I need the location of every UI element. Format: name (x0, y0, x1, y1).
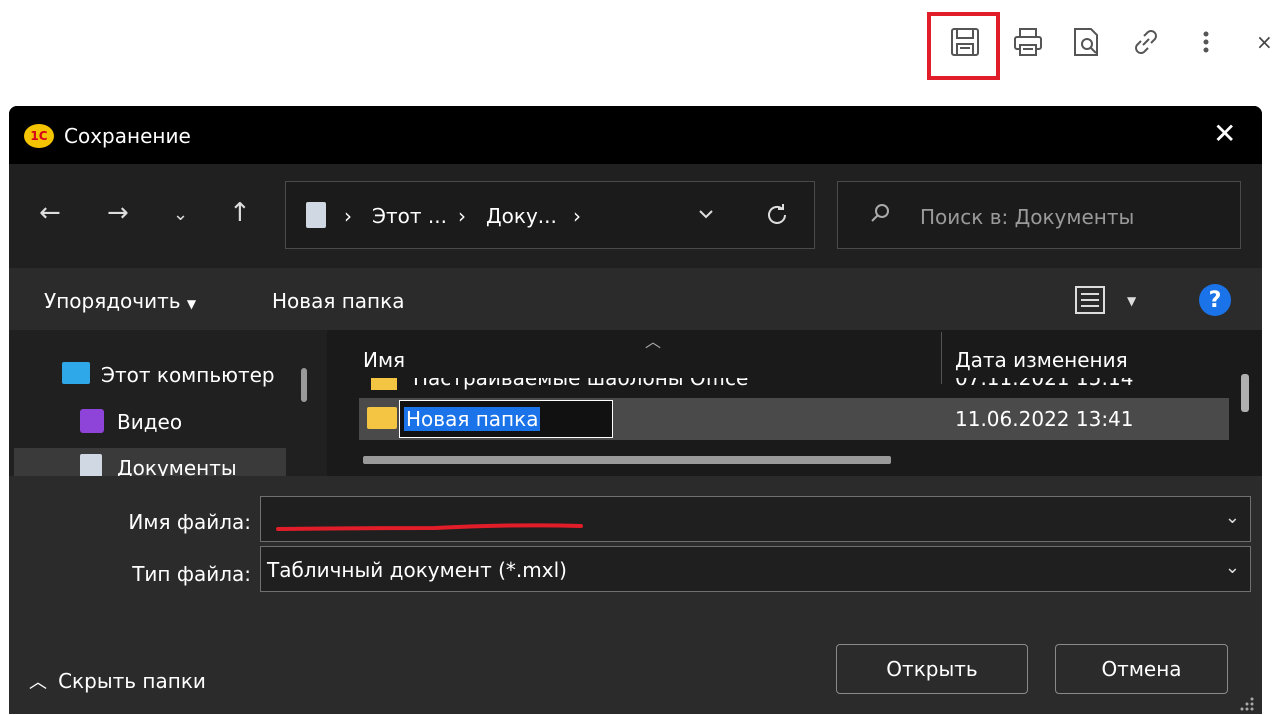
search-icon (868, 202, 892, 230)
row-date: 11.06.2022 13:41 (955, 407, 1134, 431)
print-icon[interactable] (1010, 24, 1046, 60)
chevron-down-icon[interactable]: ⌄ (1225, 557, 1240, 578)
preview-icon[interactable] (1068, 24, 1104, 60)
recent-chevron-icon[interactable]: ⌄ (173, 204, 188, 225)
dialog-close-icon[interactable]: ✕ (1213, 117, 1236, 150)
file-list: ︿ Имя Дата изменения Настраиваемые шабло… (327, 330, 1262, 476)
breadcrumb-separator-icon: › (344, 204, 352, 228)
search-field[interactable]: Поиск в: Документы (837, 181, 1241, 249)
red-underline-mark (276, 523, 583, 531)
navigation-pane: Этот компьютер Видео Документы (9, 330, 319, 480)
dialog-titlebar: 1С Сохранение ✕ (9, 106, 1262, 164)
open-button[interactable]: Открыть (836, 644, 1028, 694)
nav-scrollbar[interactable] (301, 368, 307, 402)
table-row-selected[interactable]: Новая папка 11.06.2022 13:41 (359, 398, 1229, 440)
breadcrumb-item[interactable]: Этот ... (372, 204, 447, 228)
column-date-header[interactable]: Дата изменения (955, 348, 1128, 372)
nav-item-video[interactable]: Видео (117, 410, 182, 434)
back-arrow-icon[interactable]: ← (39, 198, 61, 228)
save-dialog: 1С Сохранение ✕ ← → ⌄ ↑ › Этот ... › Док… (9, 106, 1262, 714)
1c-logo-icon: 1С (24, 124, 54, 148)
dropdown-arrow-icon: ▼ (186, 297, 197, 311)
video-icon (80, 409, 104, 433)
resize-grip-icon[interactable] (1237, 694, 1255, 712)
new-folder-button[interactable]: Новая папка (272, 289, 404, 313)
horizontal-scrollbar[interactable] (363, 456, 891, 464)
folder-icon (367, 407, 397, 429)
chevron-up-icon: ︿ (29, 672, 47, 693)
breadcrumb-separator-icon: › (458, 204, 466, 228)
search-placeholder: Поиск в: Документы (920, 205, 1135, 229)
nav-item-this-pc[interactable]: Этот компьютер (101, 363, 275, 387)
up-arrow-icon[interactable]: ↑ (229, 198, 251, 228)
column-name-header[interactable]: Имя (363, 348, 405, 372)
save-highlight-frame (927, 12, 1000, 80)
file-name-label: Имя файла: (128, 510, 251, 534)
view-dropdown-icon[interactable]: ▼ (1127, 294, 1136, 308)
forward-arrow-icon[interactable]: → (107, 198, 129, 228)
rename-input[interactable]: Новая папка (399, 400, 613, 438)
cancel-button[interactable]: Отмена (1055, 644, 1228, 694)
address-dropdown-icon[interactable] (696, 204, 716, 228)
close-icon[interactable]: × (1256, 30, 1273, 54)
more-icon[interactable] (1188, 24, 1224, 60)
breadcrumb-item[interactable]: Доку... (486, 204, 557, 228)
refresh-icon[interactable] (764, 202, 790, 232)
file-type-select[interactable]: Табличный документ (*.mxl) ⌄ (260, 546, 1251, 592)
hide-folders-button[interactable]: ︿ Скрыть папки (29, 668, 206, 694)
file-type-label: Тип файла: (132, 562, 251, 586)
vertical-scrollbar[interactable] (1241, 374, 1249, 412)
view-options-icon[interactable] (1075, 286, 1105, 318)
dialog-title: Сохранение (64, 124, 191, 148)
partial-row: Настраиваемые шаблоны Office 07.11.2021 … (363, 378, 1233, 390)
documents-icon (80, 454, 102, 478)
computer-icon (62, 362, 90, 384)
file-name-input[interactable]: ⌄ (260, 496, 1251, 542)
help-icon[interactable]: ? (1199, 284, 1231, 316)
chevron-down-icon[interactable]: ⌄ (1225, 507, 1240, 528)
command-bar: Упорядочить ▼ Новая папка ▼ ? (9, 268, 1262, 330)
breadcrumb-separator-icon: › (573, 204, 581, 228)
column-divider (941, 332, 942, 384)
organize-menu[interactable]: Упорядочить ▼ (44, 289, 196, 313)
link-icon[interactable] (1128, 24, 1164, 60)
navigation-bar: ← → ⌄ ↑ › Этот ... › Доку... › Поиск в: … (9, 164, 1262, 268)
sort-up-icon: ︿ (645, 332, 662, 351)
address-bar[interactable]: › Этот ... › Доку... › (285, 181, 815, 249)
documents-icon (306, 202, 326, 228)
folder-icon (371, 378, 397, 390)
